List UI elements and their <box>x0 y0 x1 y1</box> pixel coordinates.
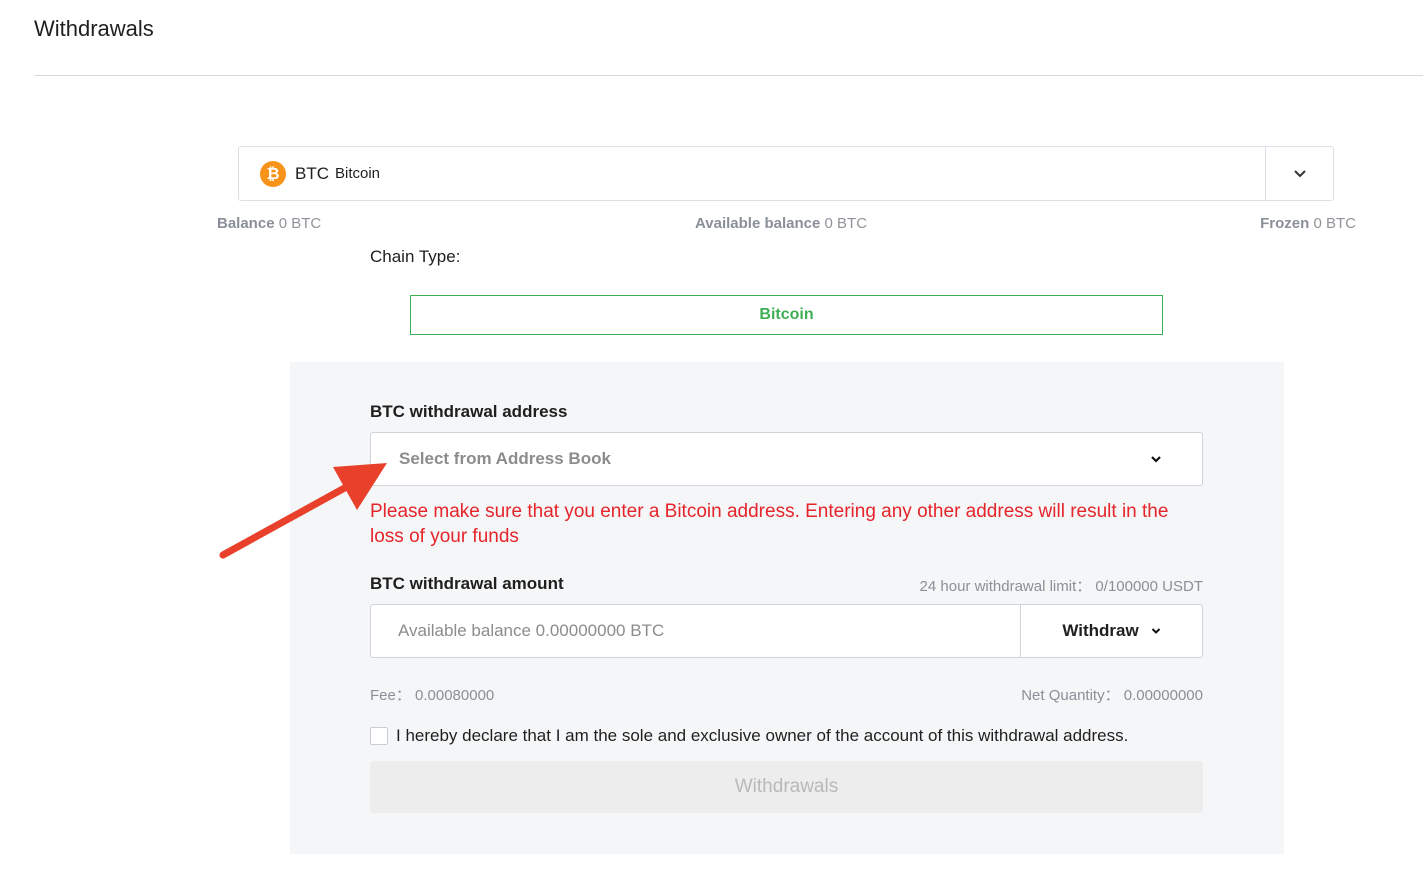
coin-selector[interactable]: ₿ BTC Bitcoin <box>238 146 1334 201</box>
withdraw-type-select[interactable]: Withdraw <box>1020 605 1202 657</box>
balance-label: Balance <box>217 215 275 232</box>
withdraw-form: BTC withdrawal address Select from Addre… <box>290 362 1284 854</box>
declaration-row: I hereby declare that I am the sole and … <box>370 726 1128 746</box>
amount-field: Withdraw <box>370 604 1203 658</box>
available-balance-label: Available balance <box>695 215 821 232</box>
declaration-text: I hereby declare that I am the sole and … <box>396 726 1129 745</box>
frozen-value: 0 BTC <box>1313 215 1356 232</box>
available-balance-value: 0 BTC <box>824 215 868 232</box>
withdrawals-submit-button[interactable]: Withdrawals <box>370 761 1203 813</box>
chevron-down-icon <box>1151 456 1161 463</box>
address-label: BTC withdrawal address <box>370 402 568 421</box>
address-placeholder: Select from Address Book <box>399 449 611 468</box>
coin-name: Bitcoin <box>335 165 381 182</box>
address-book-select[interactable]: Select from Address Book <box>370 432 1203 486</box>
coin-symbol: BTC <box>295 163 329 183</box>
coin-selector-toggle[interactable] <box>1265 147 1333 200</box>
balance-frozen: Frozen 0 BTC <box>1260 215 1356 232</box>
chain-option-bitcoin[interactable]: Bitcoin <box>410 295 1163 335</box>
declaration-checkbox[interactable] <box>370 727 388 745</box>
fee-text: Fee： 0.00080000 <box>370 687 495 704</box>
amount-label: BTC withdrawal amount <box>370 574 564 593</box>
address-warning: Please make sure that you enter a Bitcoi… <box>370 501 1169 547</box>
amount-input[interactable] <box>371 604 1020 658</box>
withdraw-type-label: Withdraw <box>1062 621 1139 640</box>
frozen-label: Frozen <box>1260 215 1310 232</box>
chevron-down-icon <box>1293 169 1306 177</box>
balance-value: 0 BTC <box>278 215 322 232</box>
coin-selector-value[interactable]: ₿ BTC Bitcoin <box>239 147 1265 200</box>
withdrawal-limit: 24 hour withdrawal limit： 0/100000 USDT <box>919 578 1203 595</box>
balance-total: Balance 0 BTC <box>217 215 321 232</box>
chevron-down-icon <box>1151 628 1160 634</box>
title-divider <box>34 75 1423 76</box>
net-quantity-text: Net Quantity： 0.00000000 <box>1021 687 1203 704</box>
chain-type-label: Chain Type: <box>370 247 461 266</box>
bitcoin-icon: ₿ <box>260 160 286 187</box>
page-title: Withdrawals <box>34 16 154 41</box>
balance-available: Available balance 0 BTC <box>695 215 867 232</box>
annotation-arrow-icon <box>219 463 387 559</box>
